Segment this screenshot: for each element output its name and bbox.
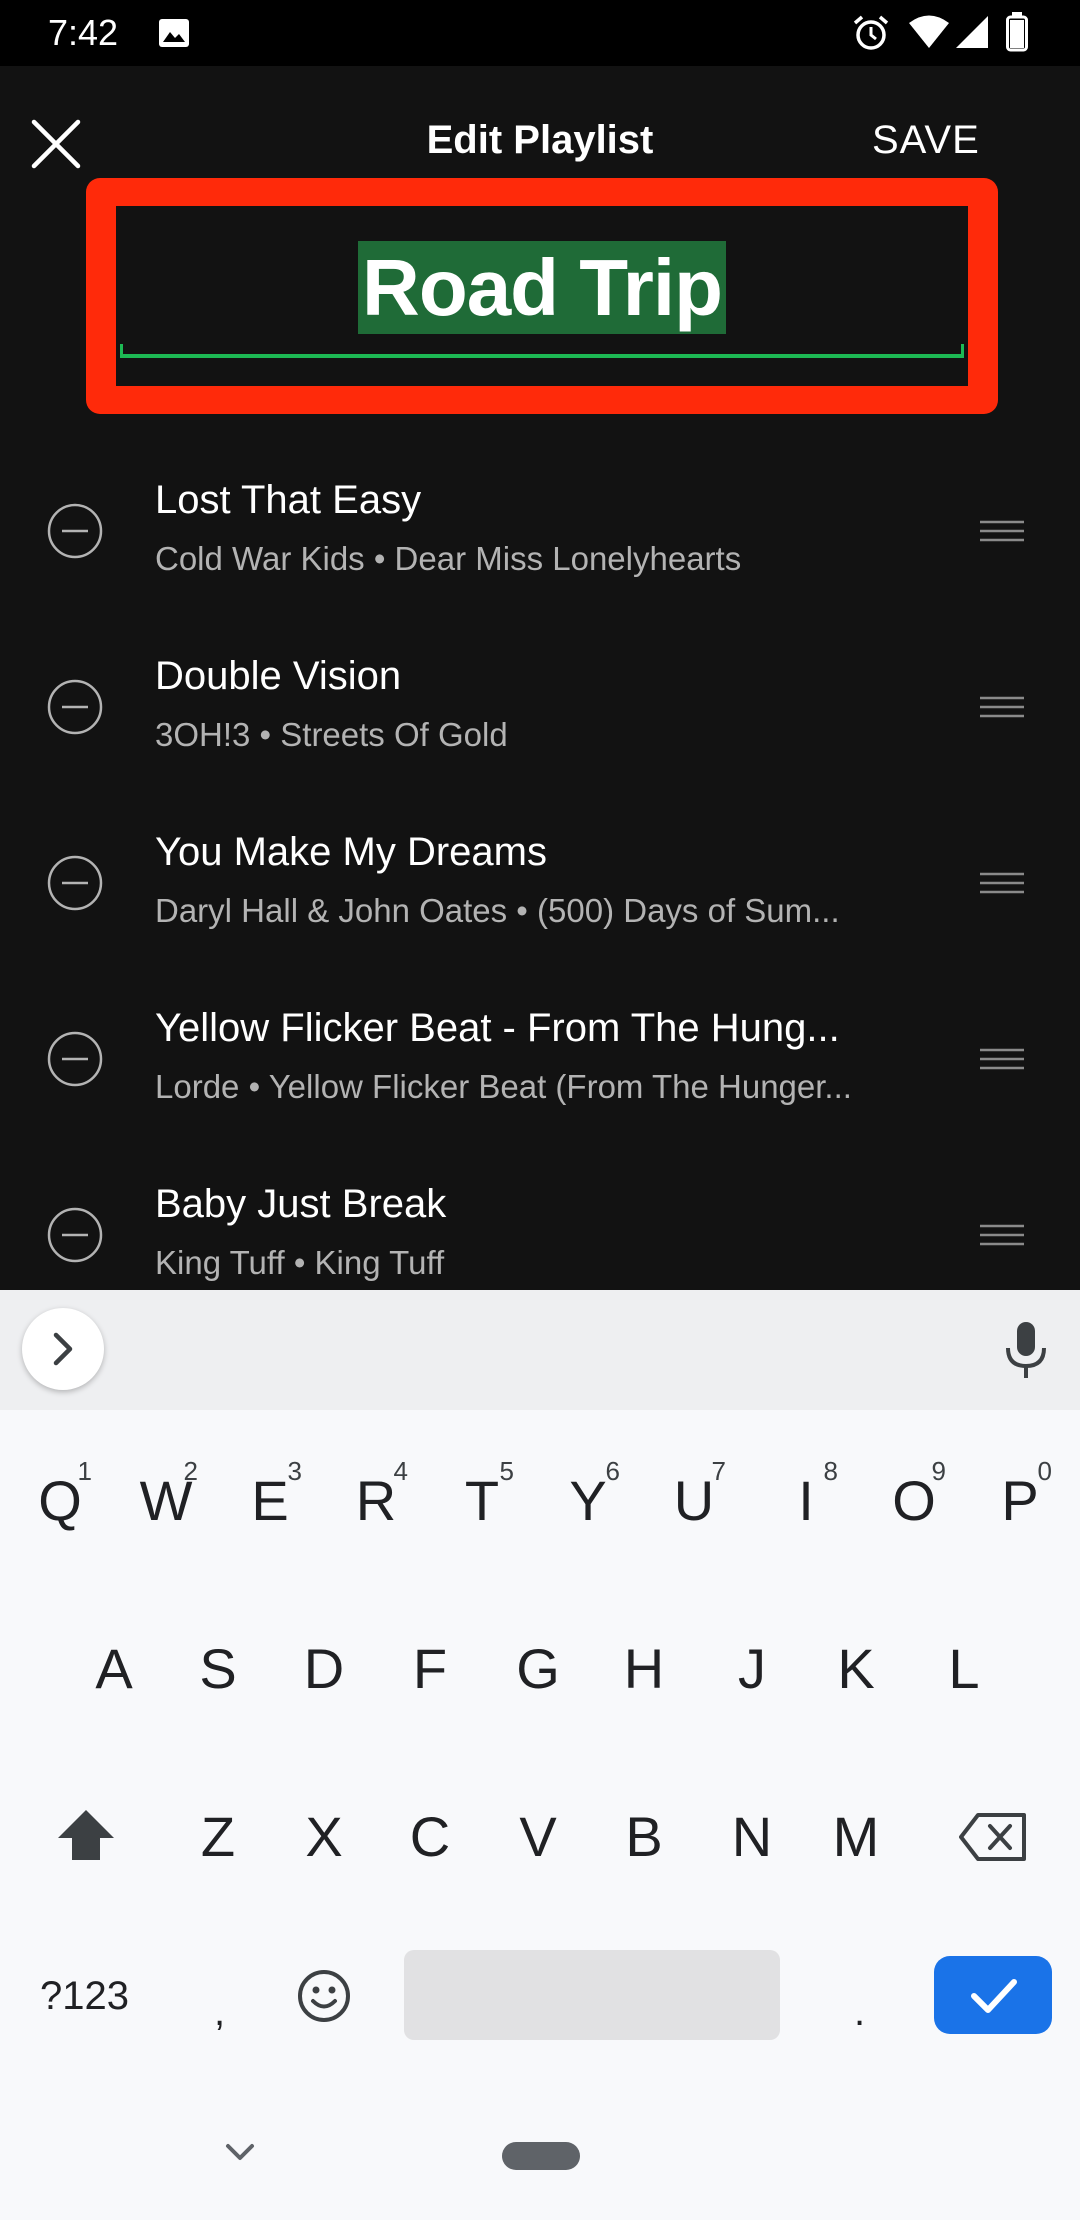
key-l[interactable]: L (934, 1636, 994, 1701)
key-r[interactable]: R4 (346, 1456, 408, 1533)
key-h[interactable]: H (614, 1636, 674, 1701)
key-hint: 1 (77, 1456, 92, 1486)
save-button[interactable]: SAVE (872, 118, 980, 163)
track-subtitle: Cold War Kids • Dear Miss Lonelyhearts (155, 540, 742, 577)
track-row[interactable]: Yellow Flicker Beat - From The Hung... L… (0, 968, 1080, 1144)
drag-handle-icon[interactable] (978, 694, 1026, 720)
key-z[interactable]: Z (188, 1804, 248, 1869)
key-hint: 2 (183, 1456, 198, 1486)
alarm-icon (853, 15, 889, 50)
key-d[interactable]: D (294, 1636, 354, 1701)
chevron-right-icon (53, 1332, 73, 1366)
playlist-name-text[interactable]: Road Trip (358, 241, 726, 334)
underline-right-cap (961, 344, 964, 358)
key-label: P (1001, 1469, 1039, 1532)
battery-icon (1006, 12, 1028, 52)
key-hint: 7 (711, 1456, 726, 1486)
remove-track-icon[interactable] (46, 1030, 104, 1088)
key-o[interactable]: O9 (884, 1456, 946, 1533)
emoji-icon[interactable] (296, 1968, 352, 2024)
track-subtitle: Lorde • Yellow Flicker Beat (From The Hu… (155, 1068, 852, 1105)
key-g[interactable]: G (508, 1636, 568, 1701)
track-title: Yellow Flicker Beat - From The Hung... (155, 1006, 840, 1050)
key-c[interactable]: C (400, 1804, 460, 1869)
track-title: Lost That Easy (155, 478, 422, 522)
drag-handle-icon[interactable] (978, 870, 1026, 896)
remove-track-icon[interactable] (46, 502, 104, 560)
key-b[interactable]: B (614, 1804, 674, 1869)
key-label: O (892, 1469, 936, 1532)
symbols-key[interactable]: ?123 (40, 1974, 129, 2019)
comma-key[interactable]: , (214, 1990, 225, 2035)
key-n[interactable]: N (722, 1804, 782, 1869)
keyboard-expand-button[interactable] (22, 1308, 104, 1390)
status-bar: 7:42 (0, 0, 1080, 66)
image-notification-icon (159, 19, 189, 47)
drag-handle-icon[interactable] (978, 1222, 1026, 1248)
shift-icon[interactable] (56, 1808, 116, 1862)
key-label: Y (569, 1469, 607, 1532)
status-time: 7:42 (48, 12, 119, 53)
highlight-frame: Road Trip (86, 178, 998, 414)
keyboard-suggestion-bar (0, 1290, 1080, 1410)
track-subtitle: Daryl Hall & John Oates • (500) Days of … (155, 892, 840, 929)
key-e[interactable]: E3 (240, 1456, 302, 1533)
playlist-name-field[interactable]: Road Trip (116, 206, 968, 386)
key-hint: 5 (499, 1456, 514, 1486)
signal-icon (956, 16, 988, 48)
remove-track-icon[interactable] (46, 1206, 104, 1264)
key-label: I (798, 1469, 814, 1532)
backspace-icon[interactable] (958, 1812, 1028, 1862)
key-a[interactable]: A (84, 1636, 144, 1701)
key-hint: 6 (605, 1456, 620, 1486)
name-field-underline (120, 354, 964, 358)
key-y[interactable]: Y6 (558, 1456, 620, 1533)
track-title: Baby Just Break (155, 1182, 447, 1226)
key-label: R (355, 1469, 397, 1532)
space-key[interactable] (404, 1950, 780, 2040)
track-row[interactable]: Double Vision 3OH!3 • Streets Of Gold (0, 616, 1080, 792)
track-row[interactable]: Lost That Easy Cold War Kids • Dear Miss… (0, 440, 1080, 616)
key-t[interactable]: T5 (452, 1456, 514, 1533)
key-hint: 9 (931, 1456, 946, 1486)
key-w[interactable]: W2 (136, 1456, 198, 1533)
key-hint: 0 (1037, 1456, 1052, 1486)
key-hint: 4 (393, 1456, 408, 1486)
microphone-icon[interactable] (1000, 1320, 1052, 1380)
key-u[interactable]: U7 (664, 1456, 726, 1533)
chevron-down-icon[interactable] (222, 2138, 258, 2166)
track-subtitle: King Tuff • King Tuff (155, 1244, 445, 1281)
remove-track-icon[interactable] (46, 854, 104, 912)
track-title: Double Vision (155, 654, 402, 698)
home-gesture-handle[interactable] (502, 2142, 580, 2170)
key-p[interactable]: P0 (990, 1456, 1052, 1533)
key-label: Q (38, 1469, 82, 1532)
key-s[interactable]: S (188, 1636, 248, 1701)
remove-track-icon[interactable] (46, 678, 104, 736)
drag-handle-icon[interactable] (978, 518, 1026, 544)
key-q[interactable]: Q1 (30, 1456, 92, 1533)
key-hint: 8 (823, 1456, 838, 1486)
key-v[interactable]: V (508, 1804, 568, 1869)
key-label: T (464, 1469, 500, 1532)
key-j[interactable]: J (722, 1636, 782, 1701)
drag-handle-icon[interactable] (978, 1046, 1026, 1072)
key-f[interactable]: F (400, 1636, 460, 1701)
key-i[interactable]: I8 (776, 1456, 838, 1533)
key-label: E (251, 1469, 289, 1532)
track-subtitle: 3OH!3 • Streets Of Gold (155, 716, 508, 753)
key-m[interactable]: M (826, 1804, 886, 1869)
key-k[interactable]: K (826, 1636, 886, 1701)
checkmark-icon (971, 1979, 1017, 2013)
enter-key[interactable] (934, 1956, 1052, 2034)
wifi-icon (909, 15, 949, 48)
track-title: You Make My Dreams (155, 830, 547, 874)
key-label: U (673, 1469, 715, 1532)
track-row[interactable]: You Make My Dreams Daryl Hall & John Oat… (0, 792, 1080, 968)
period-key[interactable]: . (854, 1990, 865, 2035)
key-x[interactable]: X (294, 1804, 354, 1869)
key-hint: 3 (287, 1456, 302, 1486)
